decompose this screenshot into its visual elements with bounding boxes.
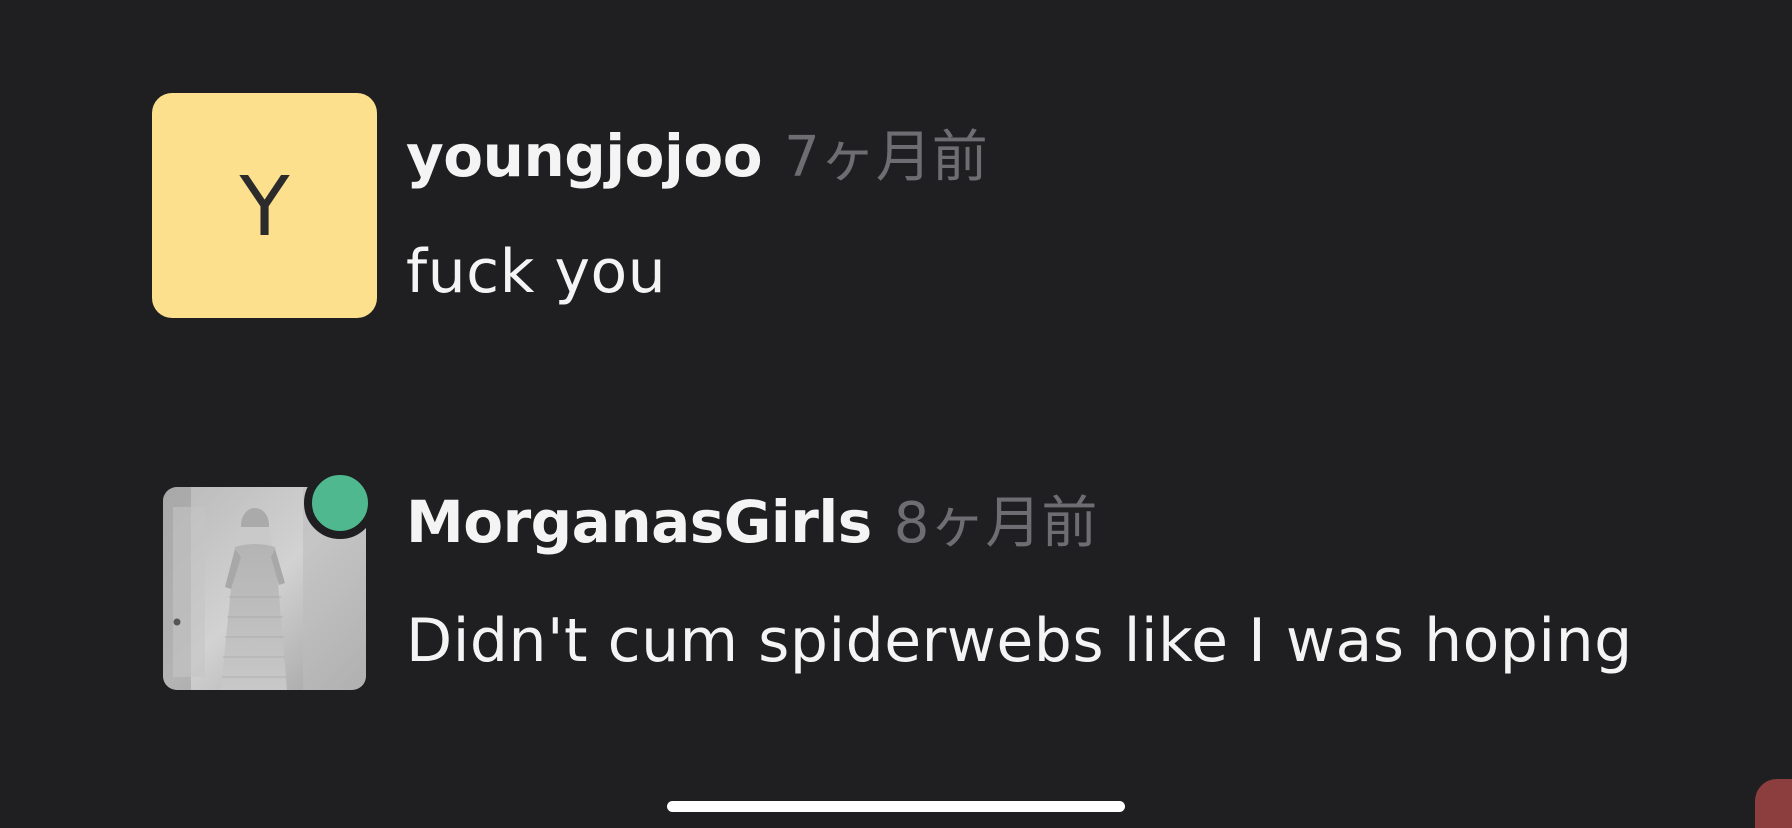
corner-button[interactable] bbox=[1755, 779, 1792, 828]
comment-header: MorganasGirls 8ヶ月前 bbox=[406, 478, 1097, 559]
username[interactable]: MorganasGirls bbox=[406, 488, 872, 556]
timestamp: 8ヶ月前 bbox=[893, 491, 1098, 556]
username[interactable]: youngjojoo bbox=[406, 122, 763, 190]
comments-screen: Y youngjojoo 7ヶ月前 fuck you MorganasGirls… bbox=[0, 0, 1792, 828]
comment-item: MorganasGirls 8ヶ月前 Didn't cum spiderwebs… bbox=[0, 360, 1792, 760]
comment-header: youngjojoo 7ヶ月前 bbox=[406, 112, 988, 193]
comment-item: Y youngjojoo 7ヶ月前 fuck you bbox=[0, 0, 1792, 360]
comment-text: fuck you bbox=[406, 237, 667, 307]
home-indicator-bar[interactable] bbox=[667, 801, 1125, 812]
timestamp: 7ヶ月前 bbox=[784, 125, 988, 190]
avatar[interactable]: Y bbox=[152, 93, 377, 318]
avatar-initial: Y bbox=[239, 159, 290, 255]
online-status-dot-icon bbox=[304, 467, 376, 539]
comment-text: Didn't cum spiderwebs like I was hoping bbox=[406, 606, 1633, 676]
avatar[interactable] bbox=[163, 467, 376, 690]
